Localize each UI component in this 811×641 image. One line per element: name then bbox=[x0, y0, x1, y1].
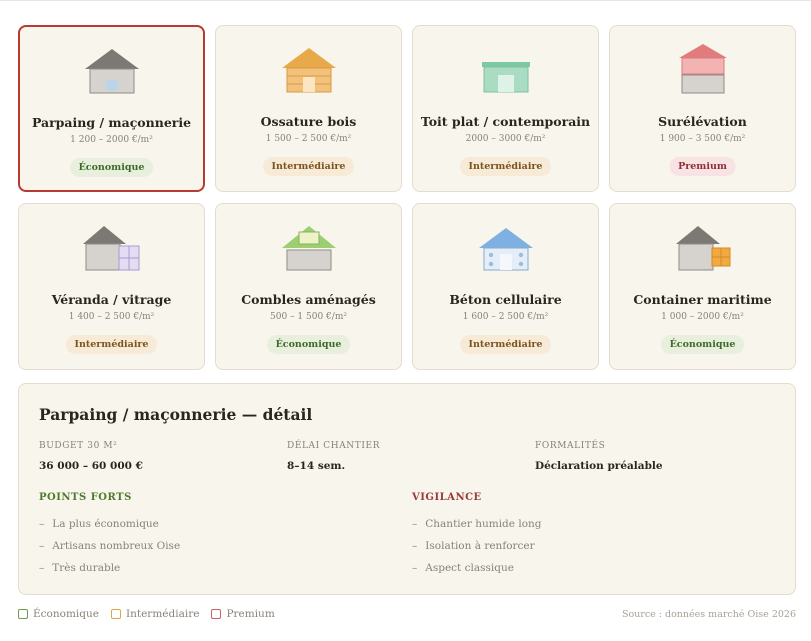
tier-badge: Intermédiaire bbox=[459, 335, 552, 354]
card-price: 1 600 – 2 500 €/m² bbox=[462, 312, 549, 322]
source-note: Source : données marché Oise 2026 bbox=[621, 609, 796, 620]
legend-label: Premium bbox=[226, 608, 275, 620]
formalities-value: Déclaration préalable bbox=[535, 460, 663, 472]
card-price: 1 900 – 3 500 €/m² bbox=[659, 134, 746, 144]
card-parpaing[interactable]: Parpaing / maçonnerie 1 200 – 2000 €/m² … bbox=[18, 25, 205, 192]
budget-stat: BUDGET 30 M² 36 000 – 60 000 € bbox=[39, 441, 143, 472]
list-item: – Artisans nombreux Oise bbox=[39, 540, 181, 552]
list-item: – Très durable bbox=[39, 562, 121, 574]
tier-badge: Économique bbox=[266, 335, 351, 354]
legend-label: Intermédiaire bbox=[125, 608, 200, 620]
strength-text: La plus économique bbox=[52, 518, 159, 530]
vigilance-text: Isolation à renforcer bbox=[425, 540, 535, 552]
card-title: Combles aménagés bbox=[241, 292, 376, 307]
card-title: Container maritime bbox=[633, 292, 772, 307]
legend-swatch-mid bbox=[110, 609, 121, 619]
card-price: 1 200 – 2000 €/m² bbox=[70, 135, 153, 145]
tier-badge: Intermédiaire bbox=[262, 157, 355, 176]
formalities-stat: FORMALITÉS Déclaration préalable bbox=[535, 441, 663, 472]
budget-label: BUDGET 30 M² bbox=[39, 441, 118, 451]
list-item: – La plus économique bbox=[39, 518, 159, 530]
vigilance-section: VIGILANCE – Chantier humide long – Isolati… bbox=[412, 492, 542, 579]
strength-text: Artisans nombreux Oise bbox=[52, 540, 181, 552]
card-title: Véranda / vitrage bbox=[51, 292, 172, 307]
card-container[interactable]: Container maritime 1 000 – 2000 €/m² Éco… bbox=[609, 203, 796, 370]
legend-item-premium: Premium bbox=[211, 608, 275, 620]
raised-floor-house-icon bbox=[678, 44, 727, 94]
card-toit-plat[interactable]: Toit plat / contemporain 2000 – 3000 €/m… bbox=[412, 25, 599, 192]
card-surelevation[interactable]: Surélévation 1 900 – 3 500 €/m² Premium bbox=[609, 25, 796, 192]
veranda-house-icon bbox=[82, 226, 139, 271]
card-title: Toit plat / contemporain bbox=[420, 114, 591, 129]
legend-label: Économique bbox=[33, 608, 99, 620]
detail-title: Parpaing / maçonnerie — détail bbox=[39, 405, 313, 424]
strengths-list: – La plus économique – Artisans nombreux O… bbox=[39, 513, 180, 579]
tier-badge: Économique bbox=[69, 158, 154, 177]
list-item: – Aspect classique bbox=[412, 562, 514, 574]
strengths-section: POINTS FORTS – La plus économique – Artisa… bbox=[39, 492, 180, 579]
legend-item-eco: Économique bbox=[18, 608, 99, 620]
legend-item-mid: Intermédiaire bbox=[110, 608, 200, 620]
card-price: 1 000 – 2000 €/m² bbox=[661, 312, 744, 322]
delay-label: DÉLAI CHANTIER bbox=[287, 441, 381, 451]
card-title: Surélévation bbox=[658, 114, 747, 129]
delay-value: 8–14 sem. bbox=[287, 460, 346, 472]
detail-panel: Parpaing / maçonnerie — détail BUDGET 30… bbox=[18, 383, 796, 595]
card-price: 2000 – 3000 €/m² bbox=[465, 134, 546, 144]
vigilance-text: Aspect classique bbox=[425, 562, 514, 574]
strengths-heading: POINTS FORTS bbox=[39, 492, 132, 503]
delay-stat: DÉLAI CHANTIER 8–14 sem. bbox=[287, 441, 380, 472]
wood-frame-house-icon bbox=[281, 48, 336, 93]
flat-roof-house-icon bbox=[481, 62, 530, 93]
attic-house-icon bbox=[281, 226, 336, 271]
card-price: 500 – 1 500 €/m² bbox=[270, 312, 347, 322]
card-title: Ossature bois bbox=[260, 114, 357, 129]
card-title: Béton cellulaire bbox=[449, 292, 562, 307]
parpaing-house-icon bbox=[84, 49, 139, 94]
tier-badge: Intermédiaire bbox=[65, 335, 158, 354]
legend: Économique Intermédiaire Premium bbox=[18, 608, 287, 620]
aerated-concrete-house-icon bbox=[478, 228, 533, 271]
list-item: – Chantier humide long bbox=[412, 518, 542, 530]
card-price: 1 400 – 2 500 €/m² bbox=[68, 312, 155, 322]
tier-badge: Intermédiaire bbox=[459, 157, 552, 176]
card-veranda[interactable]: Véranda / vitrage 1 400 – 2 500 €/m² Int… bbox=[18, 203, 205, 370]
card-title: Parpaing / maçonnerie bbox=[31, 115, 192, 130]
card-combles[interactable]: Combles aménagés 500 – 1 500 €/m² Économ… bbox=[215, 203, 402, 370]
list-item: – Isolation à renforcer bbox=[412, 540, 535, 552]
card-beton-cellulaire[interactable]: Béton cellulaire 1 600 – 2 500 €/m² Inte… bbox=[412, 203, 599, 370]
legend-swatch-eco bbox=[18, 609, 28, 619]
tier-badge: Premium bbox=[669, 157, 736, 176]
vigilance-heading: VIGILANCE bbox=[412, 492, 482, 503]
vigilance-list: – Chantier humide long – Isolation à renfo… bbox=[412, 513, 542, 579]
budget-value: 36 000 – 60 000 € bbox=[39, 460, 143, 472]
container-house-icon bbox=[675, 226, 730, 271]
strength-text: Très durable bbox=[52, 562, 121, 574]
tier-badge: Économique bbox=[660, 335, 745, 354]
vigilance-text: Chantier humide long bbox=[425, 518, 542, 530]
card-ossature-bois[interactable]: Ossature bois 1 500 – 2 500 €/m² Intermé… bbox=[215, 25, 402, 192]
legend-swatch-premium bbox=[211, 609, 222, 619]
formalities-label: FORMALITÉS bbox=[535, 441, 606, 451]
card-price: 1 500 – 2 500 €/m² bbox=[265, 134, 352, 144]
